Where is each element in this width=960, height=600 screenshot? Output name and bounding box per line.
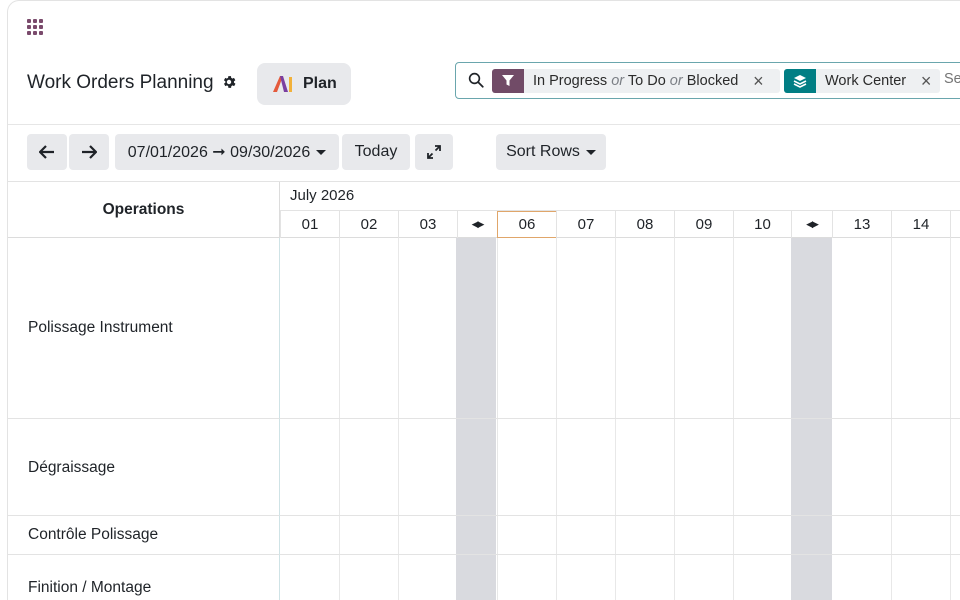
operations-column-header: Operations <box>8 182 280 238</box>
day-header: 09 <box>674 211 733 238</box>
gantt-row-header[interactable]: Finition / Montage <box>8 555 280 600</box>
expand-horizontal-icon: ◀▶ <box>471 219 485 229</box>
search-icon <box>468 72 484 88</box>
day-header: 10 <box>733 211 791 238</box>
gantt-row-header[interactable]: Dégraissage <box>8 419 280 516</box>
sort-rows-dropdown[interactable]: Sort Rows <box>496 134 606 170</box>
control-panel: Work Orders Planning Plan In Progress or… <box>8 51 960 125</box>
folded-days-column[interactable] <box>456 238 496 600</box>
groupby-facet-label: Work Center <box>825 73 907 89</box>
unfold-days-toggle[interactable]: ◀▶ <box>791 211 832 238</box>
search-bar[interactable]: In Progress or To Do or Blocked × Work C… <box>455 62 960 99</box>
groupby-facet[interactable]: Work Center × <box>784 69 940 93</box>
day-header: 14 <box>891 211 950 238</box>
plan-button[interactable]: Plan <box>257 63 351 105</box>
unfold-days-toggle[interactable]: ◀▶ <box>457 211 497 238</box>
day-header: 13 <box>832 211 891 238</box>
day-header: 02 <box>339 211 398 238</box>
grid-icon[interactable] <box>27 19 43 35</box>
filter-icon <box>492 69 524 93</box>
close-icon[interactable]: × <box>914 69 938 93</box>
day-header: 01 <box>280 211 339 238</box>
page-title: Work Orders Planning <box>27 72 214 93</box>
day-header <box>950 211 960 238</box>
day-header-row: 01 02 03 ◀▶ 06 07 08 09 10 ◀▶ 13 14 <box>280 210 960 238</box>
gear-icon[interactable] <box>221 74 237 90</box>
caret-down-icon <box>316 150 327 155</box>
gantt-view: Operations July 2026 01 02 03 ◀▶ 06 07 0… <box>8 181 960 600</box>
plan-button-label: Plan <box>303 75 337 92</box>
search-input[interactable] <box>944 71 960 87</box>
caret-down-icon <box>585 150 596 155</box>
next-button[interactable] <box>69 134 109 170</box>
day-header-today: 06 <box>497 211 557 238</box>
app-frame: Work Orders Planning Plan In Progress or… <box>7 0 960 600</box>
sort-rows-label: Sort Rows <box>506 143 580 160</box>
month-header: July 2026 <box>290 187 355 204</box>
gantt-row-header[interactable]: Polissage Instrument <box>8 238 280 419</box>
expand-button[interactable] <box>415 134 453 170</box>
date-range-label: 07/01/2026 ➞ 09/30/2026 <box>127 144 311 161</box>
layers-icon <box>784 69 816 93</box>
gantt-row-header[interactable]: Contrôle Polissage <box>8 516 280 555</box>
filter-facet[interactable]: In Progress or To Do or Blocked × <box>492 69 780 93</box>
date-range-dropdown[interactable]: 07/01/2026 ➞ 09/30/2026 <box>115 134 339 170</box>
previous-button[interactable] <box>27 134 67 170</box>
ai-sparkle-icon <box>273 76 292 92</box>
day-header: 03 <box>398 211 457 238</box>
folded-days-column[interactable] <box>791 238 832 600</box>
close-icon[interactable]: × <box>746 69 770 93</box>
arrow-left-icon <box>39 145 54 159</box>
arrow-right-icon <box>82 145 97 159</box>
expand-horizontal-icon: ◀▶ <box>806 219 819 229</box>
today-button[interactable]: Today <box>342 134 410 170</box>
gantt-toolbar: 07/01/2026 ➞ 09/30/2026 Today Sort Rows <box>8 125 960 181</box>
day-header: 08 <box>615 211 674 238</box>
day-header: 07 <box>556 211 615 238</box>
expand-icon <box>427 145 441 159</box>
filter-facet-values: In Progress or To Do or Blocked <box>533 73 739 89</box>
top-navbar <box>8 1 960 51</box>
